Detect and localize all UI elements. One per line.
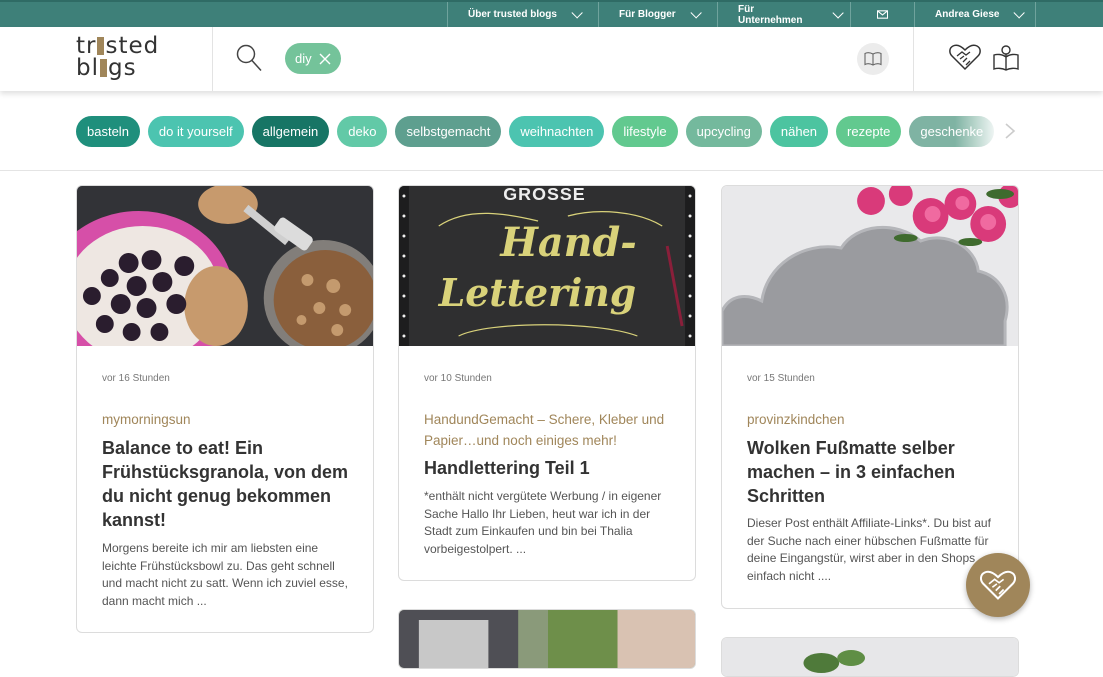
post-source[interactable]: provinzkindchen <box>747 409 997 430</box>
nav-about[interactable]: Über trusted blogs <box>447 2 598 27</box>
post-image-garden[interactable] <box>399 610 695 669</box>
post-source[interactable]: mymorningsun <box>102 409 352 430</box>
post-excerpt: *enthält nicht vergütete Werbung / in ei… <box>424 489 662 556</box>
map-book-icon[interactable] <box>992 43 1020 71</box>
header: tr sted bl gs diy <box>0 27 1103 91</box>
nav-bloggers[interactable]: Für Blogger <box>598 2 717 27</box>
top-bar: Über trusted blogs Für Blogger Für Unter… <box>0 0 1103 27</box>
image-text-lettering: Lettering <box>438 270 636 315</box>
post-card[interactable]: vor 16 Stunden mymorningsun Balance to e… <box>76 185 374 633</box>
tag-chip[interactable]: selbstgemacht <box>395 116 502 147</box>
tag-chip[interactable]: do it yourself <box>147 116 244 147</box>
top-navigation: Über trusted blogs Für Blogger Für Unter… <box>447 2 1036 27</box>
post-title[interactable]: Balance to eat! Ein Frühstücksgranola, v… <box>102 436 357 532</box>
post-excerpt: Dieser Post enthält Affiliate-Links*. Du… <box>747 516 991 583</box>
tag-chip[interactable]: deko <box>337 116 388 147</box>
section-divider <box>0 170 1103 171</box>
nav-bloggers-label: Für Blogger <box>619 9 676 20</box>
tag-filter-bar: basteln do it yourself allgemein deko selbst… <box>76 116 996 147</box>
tag-chip[interactable]: allgemein <box>251 116 330 147</box>
active-filter-chip[interactable]: diy <box>285 43 341 74</box>
nav-companies[interactable]: Für Unternehmen <box>717 2 850 27</box>
handshake-heart-icon[interactable] <box>949 43 981 71</box>
post-image-handlettering[interactable]: GROSSE Hand- Lettering <box>399 186 695 346</box>
tag-chip[interactable]: rezepte <box>836 116 902 147</box>
image-text-grosse: GROSSE <box>503 186 585 204</box>
header-divider <box>212 27 213 91</box>
chevron-down-icon <box>832 6 844 18</box>
post-title[interactable]: Wolken Fußmatte selber machen – in 3 ein… <box>747 436 1002 508</box>
post-excerpt: Morgens bereite ich mir am liebsten eine… <box>102 541 348 608</box>
post-card[interactable]: GROSSE Hand- Lettering vor 10 Stunden Ha… <box>398 185 696 581</box>
mail-icon <box>877 10 888 19</box>
post-time: vor 16 Stunden <box>102 373 170 384</box>
post-card[interactable] <box>721 637 1019 677</box>
user-name: Andrea Giese <box>935 9 1000 20</box>
mail-button[interactable] <box>850 2 914 27</box>
post-time: vor 15 Stunden <box>747 373 815 384</box>
tag-chip[interactable]: weihnachten <box>509 116 605 147</box>
handshake-heart-icon <box>980 570 1016 600</box>
book-icon <box>864 52 882 66</box>
chevron-down-icon <box>690 6 702 19</box>
user-menu[interactable]: Andrea Giese <box>914 2 1036 27</box>
post-time: vor 10 Stunden <box>424 373 492 384</box>
tag-chip[interactable]: nähen <box>769 116 829 147</box>
post-card[interactable] <box>398 609 696 669</box>
post-card[interactable]: vor 15 Stunden provinzkindchen Wolken Fu… <box>721 185 1019 609</box>
post-image-plant[interactable] <box>722 638 1018 677</box>
tags-fade <box>955 114 1000 149</box>
logo-line-2: bl gs <box>76 55 137 81</box>
image-text-hand: Hand- <box>499 220 636 266</box>
active-filter-label: diy <box>295 51 312 66</box>
floating-action-button[interactable] <box>966 553 1030 617</box>
post-image-granola[interactable] <box>77 186 373 346</box>
tag-chip[interactable]: basteln <box>76 116 140 147</box>
search-icon[interactable] <box>236 44 262 72</box>
nav-companies-label: Für Unternehmen <box>738 3 803 26</box>
reading-list-button[interactable] <box>857 43 889 75</box>
logo[interactable]: tr sted bl gs <box>76 35 186 85</box>
chevron-down-icon <box>1013 6 1026 19</box>
post-title[interactable]: Handlettering Teil 1 <box>424 456 679 480</box>
post-source[interactable]: HandundGemacht – Schere, Kleber und Papi… <box>424 409 674 451</box>
chevron-right-icon[interactable] <box>1003 122 1017 140</box>
nav-about-label: Über trusted blogs <box>468 9 557 20</box>
header-divider <box>913 27 914 91</box>
close-icon[interactable] <box>319 53 331 65</box>
tag-chip[interactable]: upcycling <box>685 116 762 147</box>
post-image-cloud-mat[interactable] <box>722 186 1018 346</box>
chevron-down-icon <box>571 6 583 19</box>
tag-chip[interactable]: lifestyle <box>612 116 678 147</box>
logo-bar <box>97 37 105 55</box>
logo-bar <box>100 59 107 77</box>
